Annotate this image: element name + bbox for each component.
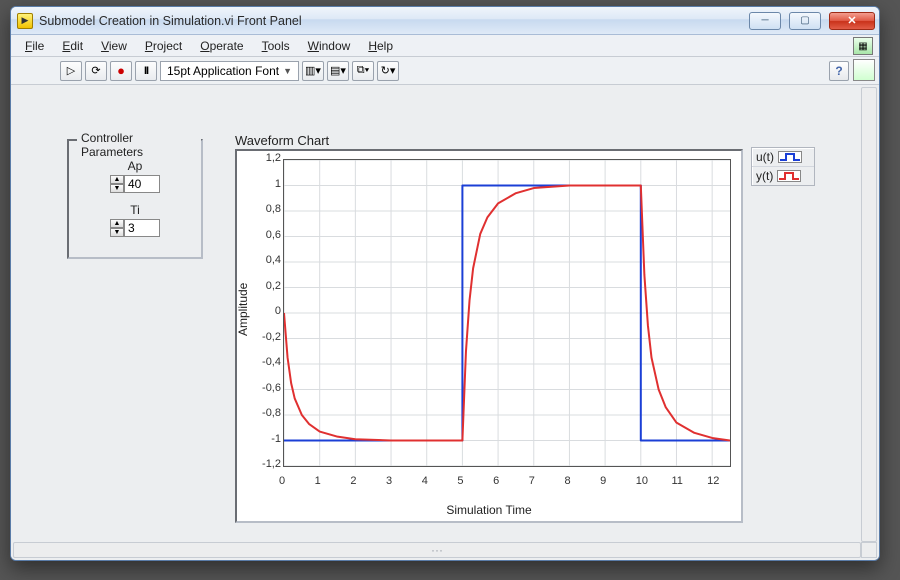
- x-tick: 8: [564, 475, 570, 487]
- menu-tools[interactable]: Tools: [254, 37, 298, 55]
- controller-parameters-label: Controller Parameters: [77, 131, 201, 159]
- ti-spinner[interactable]: ▲ ▼: [110, 219, 124, 237]
- vertical-scrollbar[interactable]: [861, 87, 877, 542]
- y-tick: 0,2: [266, 280, 281, 292]
- menubar: File Edit View Project Operate Tools Win…: [11, 35, 879, 57]
- x-tick: 3: [386, 475, 392, 487]
- menu-window[interactable]: Window: [300, 37, 359, 55]
- ti-label: Ti: [79, 203, 191, 217]
- y-tick: 0: [275, 305, 281, 317]
- y-tick: -0,6: [262, 382, 281, 394]
- toolbar: ▷ ⟳ ● II 15pt Application Font ▼ ▥▾ ▤▾ ⧉…: [11, 57, 879, 85]
- context-help-button[interactable]: ?: [829, 61, 849, 81]
- connector-icon[interactable]: [853, 59, 875, 81]
- run-continuous-button[interactable]: ⟳: [85, 61, 107, 81]
- ti-increment[interactable]: ▲: [110, 219, 124, 228]
- x-tick: 9: [600, 475, 606, 487]
- x-tick: 10: [636, 475, 648, 487]
- maximize-button[interactable]: ▢: [789, 12, 821, 30]
- ap-label: Ap: [79, 159, 191, 173]
- reorder-button[interactable]: ↻▾: [377, 61, 399, 81]
- ap-increment[interactable]: ▲: [110, 175, 124, 184]
- app-window: ▶ Submodel Creation in Simulation.vi Fro…: [10, 6, 880, 561]
- x-tick: 1: [315, 475, 321, 487]
- distribute-button[interactable]: ▤▾: [327, 61, 349, 81]
- resize-objects-button[interactable]: ⧉▾: [352, 61, 374, 81]
- close-button[interactable]: ✕: [829, 12, 875, 30]
- y-tick: -1: [271, 433, 281, 445]
- ti-input[interactable]: [124, 219, 160, 237]
- legend-y-label: y(t): [756, 169, 773, 183]
- align-button[interactable]: ▥▾: [302, 61, 324, 81]
- y-tick: 0,4: [266, 254, 281, 266]
- y-tick: 1: [275, 178, 281, 190]
- y-axis-label: Amplitude: [236, 283, 250, 336]
- abort-button[interactable]: ●: [110, 61, 132, 81]
- legend-y-swatch: [777, 170, 801, 182]
- window-title: Submodel Creation in Simulation.vi Front…: [39, 14, 302, 28]
- x-tick: 4: [422, 475, 428, 487]
- font-selector[interactable]: 15pt Application Font ▼: [160, 61, 299, 81]
- ap-decrement[interactable]: ▼: [110, 184, 124, 193]
- ti-parameter: Ti ▲ ▼: [79, 203, 191, 237]
- font-label: 15pt Application Font: [167, 64, 279, 78]
- y-tick: 0,8: [266, 203, 281, 215]
- chart-plot-area: [283, 159, 731, 467]
- ap-input[interactable]: [124, 175, 160, 193]
- x-tick: 11: [671, 475, 682, 487]
- waveform-chart[interactable]: Amplitude 0123456789101112 Simulation Ti…: [235, 149, 743, 523]
- ti-decrement[interactable]: ▼: [110, 228, 124, 237]
- legend-u-label: u(t): [756, 150, 774, 164]
- y-tick: -1,2: [262, 458, 281, 470]
- x-tick: 2: [350, 475, 356, 487]
- y-tick: -0,4: [262, 356, 281, 368]
- pause-button[interactable]: II: [135, 61, 157, 81]
- titlebar[interactable]: ▶ Submodel Creation in Simulation.vi Fro…: [11, 7, 879, 35]
- menu-help[interactable]: Help: [360, 37, 401, 55]
- chevron-down-icon: ▼: [283, 66, 292, 76]
- x-tick: 0: [279, 475, 285, 487]
- menu-view[interactable]: View: [93, 37, 135, 55]
- minimize-button[interactable]: ─: [749, 12, 781, 30]
- resize-handle[interactable]: [861, 542, 877, 558]
- legend-row-y[interactable]: y(t): [752, 167, 814, 185]
- x-axis-label: Simulation Time: [237, 503, 741, 517]
- menu-edit[interactable]: Edit: [54, 37, 91, 55]
- menu-file[interactable]: File: [17, 37, 52, 55]
- horizontal-scrollbar[interactable]: ···: [13, 542, 861, 558]
- menu-project[interactable]: Project: [137, 37, 190, 55]
- y-tick: 1,2: [266, 152, 281, 164]
- front-panel: Controller Parameters Ap ▲ ▼ Ti ▲ ▼: [11, 85, 879, 560]
- controller-parameters-group: Controller Parameters Ap ▲ ▼ Ti ▲ ▼: [67, 139, 203, 259]
- chart-title: Waveform Chart: [235, 133, 329, 148]
- y-tick: -0,8: [262, 407, 281, 419]
- y-tick-col: -1,2-1-0,8-0,6-0,4-0,200,20,40,60,811,2: [255, 159, 281, 467]
- vi-icon[interactable]: ▦: [853, 37, 873, 55]
- menu-operate[interactable]: Operate: [192, 37, 251, 55]
- y-tick: 0,6: [266, 229, 281, 241]
- x-tick: 7: [529, 475, 535, 487]
- x-tick: 12: [707, 475, 719, 487]
- x-tick: 6: [493, 475, 499, 487]
- legend-u-swatch: [778, 151, 802, 163]
- ap-spinner[interactable]: ▲ ▼: [110, 175, 124, 193]
- run-button[interactable]: ▷: [60, 61, 82, 81]
- app-icon: ▶: [17, 13, 33, 29]
- chart-legend[interactable]: u(t) y(t): [751, 147, 815, 186]
- x-tick: 5: [457, 475, 463, 487]
- x-tick-row: 0123456789101112: [283, 475, 731, 491]
- legend-row-u[interactable]: u(t): [752, 148, 814, 167]
- y-tick: -0,2: [262, 331, 281, 343]
- ap-parameter: Ap ▲ ▼: [79, 159, 191, 193]
